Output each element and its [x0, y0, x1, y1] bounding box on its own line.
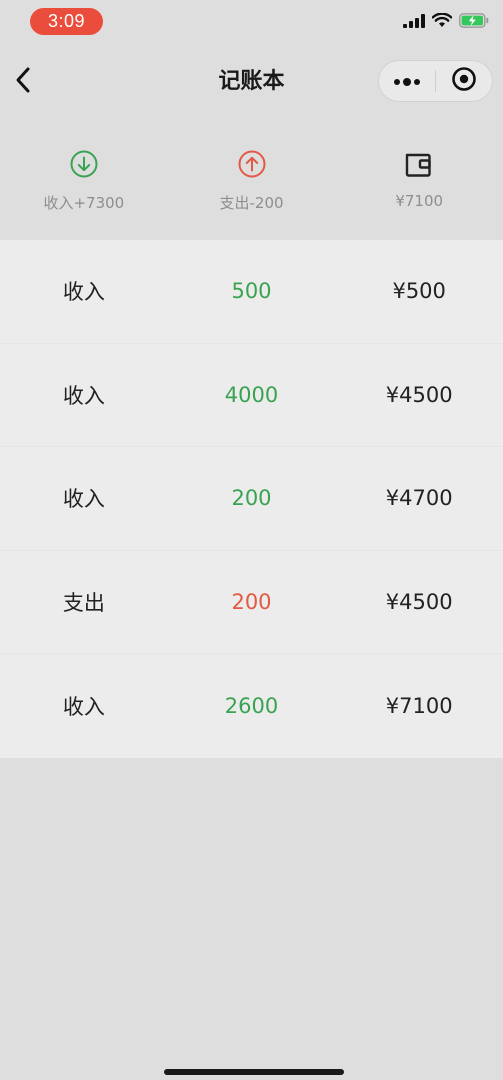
status-bar: 3:09 [0, 0, 503, 44]
record-balance: ¥4500 [385, 589, 453, 614]
close-miniprogram-button[interactable] [436, 61, 492, 101]
record-row[interactable]: 收入 2600 ¥7100 [0, 654, 503, 758]
record-amount: 2600 [224, 693, 279, 718]
summary-balance[interactable]: ¥7100 [335, 130, 503, 240]
record-balance: ¥4500 [385, 382, 453, 407]
record-row[interactable]: 支出 200 ¥4500 [0, 551, 503, 654]
record-balance: ¥7100 [385, 693, 453, 718]
record-balance: ¥4700 [385, 486, 453, 511]
summary-expense[interactable]: 支出-200 [168, 130, 336, 240]
record-type: 收入 [62, 487, 105, 512]
summary-income[interactable]: 收入+7300 [0, 130, 168, 240]
summary-bar: 收入+7300 支出-200 ¥7100 [0, 130, 503, 240]
arrow-down-circle-icon [68, 148, 100, 180]
screen: 3:09 记账本 收入+7300 支出-200 ¥7100 收入 500 ¥50… [0, 0, 503, 1080]
record-type: 收入 [62, 383, 105, 408]
wallet-icon [403, 148, 435, 180]
more-dots-icon [393, 72, 421, 91]
wifi-icon [431, 12, 453, 32]
records-list: 收入 500 ¥500 收入 4000 ¥4500 收入 200 ¥4700 支出 200 ¥4500… [0, 240, 503, 758]
expense-total-label: 支出-200 [219, 194, 284, 212]
status-icons [403, 12, 489, 32]
record-row[interactable]: 收入 500 ¥500 [0, 240, 503, 344]
cellular-signal-icon [403, 13, 425, 32]
record-amount: 4000 [224, 382, 279, 407]
record-type: 收入 [62, 280, 105, 305]
record-row[interactable]: 收入 200 ¥4700 [0, 447, 503, 551]
more-button[interactable] [379, 61, 435, 101]
menu-capsule [378, 60, 493, 102]
record-type: 收入 [62, 694, 105, 719]
record-amount: 500 [231, 279, 272, 304]
record-amount: 200 [231, 486, 272, 511]
record-balance: ¥500 [392, 279, 446, 304]
record-type: 支出 [62, 590, 105, 615]
record-row[interactable]: 收入 4000 ¥4500 [0, 344, 503, 447]
balance-total-label: ¥7100 [395, 192, 444, 210]
arrow-up-circle-icon [236, 148, 268, 180]
status-time: 3:09 [30, 8, 103, 35]
record-amount: 200 [231, 589, 272, 614]
battery-charging-icon [459, 12, 489, 32]
home-indicator[interactable] [164, 1069, 344, 1075]
target-circle-icon [451, 66, 477, 96]
nav-bar: 记账本 [0, 44, 503, 120]
income-total-label: 收入+7300 [43, 194, 125, 212]
